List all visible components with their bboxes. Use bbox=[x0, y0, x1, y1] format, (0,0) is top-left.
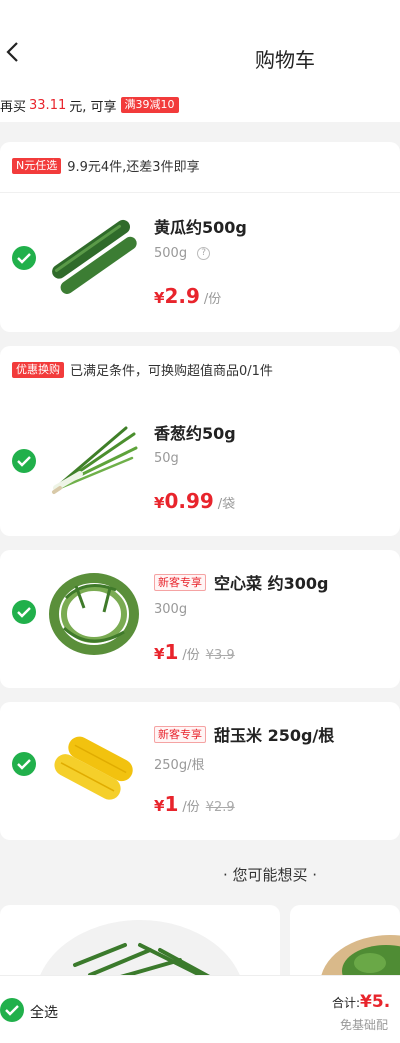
cucumber-image[interactable] bbox=[46, 212, 142, 302]
price-unit: /份 bbox=[182, 800, 200, 815]
new-customer-tag: 新客专享 bbox=[154, 725, 206, 743]
total-price: 合计:¥5. bbox=[332, 992, 390, 1012]
cart-item-sweet-corn: 新客专享 甜玉米 250g/根 250g/根 ¥ 1 /份 ¥2.9 bbox=[0, 702, 400, 840]
item-name[interactable]: 黄瓜约500g bbox=[154, 214, 247, 238]
group-n-yuan: N元任选 9.9元4件,还差3件即享 黄瓜约500g 500g ? ¥ 2.9 … bbox=[0, 142, 400, 332]
recommend-card[interactable] bbox=[290, 905, 400, 985]
price-value: 1 bbox=[164, 792, 179, 816]
promo-suffix: 元, 可享 bbox=[69, 99, 117, 115]
recommend-title: · 您可能想买 · bbox=[222, 866, 318, 884]
price-value: 2.9 bbox=[164, 284, 200, 308]
promo-amount: 33.11 bbox=[29, 97, 67, 113]
item-checkbox[interactable] bbox=[12, 246, 36, 270]
select-all-label[interactable]: 全选 bbox=[30, 1002, 58, 1022]
price-unit: /份 bbox=[203, 292, 222, 307]
check-icon bbox=[5, 1005, 19, 1016]
item-spec-text: 250g/根 bbox=[154, 758, 205, 773]
sweet-corn-image[interactable] bbox=[46, 724, 142, 814]
original-price: ¥3.9 bbox=[205, 648, 235, 663]
promo-bar[interactable]: 再买 33.11 元, 可享 满39减10 bbox=[0, 88, 400, 122]
check-icon bbox=[17, 759, 31, 770]
recommend-card[interactable] bbox=[0, 905, 280, 985]
price-value: 0.99 bbox=[164, 489, 214, 513]
page-title: 购物车 bbox=[255, 48, 315, 72]
total-amount: ¥5. bbox=[360, 992, 391, 1012]
item-price: ¥ 2.9 /份 bbox=[154, 284, 221, 308]
price-currency: ¥ bbox=[154, 645, 165, 663]
price-currency: ¥ bbox=[154, 494, 165, 512]
divider bbox=[0, 192, 400, 193]
green-beans-image bbox=[36, 920, 244, 985]
group-header[interactable]: N元任选 9.9元4件,还差3件即享 bbox=[12, 156, 200, 175]
item-checkbox[interactable] bbox=[12, 600, 36, 624]
header-bar: 购物车 bbox=[0, 0, 400, 88]
item-spec: 250g/根 bbox=[154, 754, 204, 773]
original-price: ¥2.9 bbox=[205, 800, 235, 815]
scallion-image[interactable] bbox=[46, 414, 142, 504]
item-name[interactable]: 新客专享 空心菜 约300g bbox=[154, 570, 328, 594]
new-customer-tag: 新客专享 bbox=[154, 573, 206, 591]
item-name-text: 空心菜 约300g bbox=[214, 574, 329, 593]
cart-item-water-spinach: 新客专享 空心菜 约300g 300g ¥ 1 /份 ¥3.9 bbox=[0, 550, 400, 688]
help-icon[interactable]: ? bbox=[197, 247, 211, 260]
group-desc: 9.9元4件,还差3件即享 bbox=[67, 160, 200, 175]
item-spec: 500g ? bbox=[154, 246, 211, 261]
price-currency: ¥ bbox=[154, 797, 165, 815]
item-spec: 50g bbox=[154, 451, 179, 466]
check-icon bbox=[17, 253, 31, 264]
item-spec: 300g bbox=[154, 602, 187, 617]
price-currency: ¥ bbox=[154, 289, 165, 307]
item-checkbox[interactable] bbox=[12, 449, 36, 473]
item-price: ¥ 0.99 /袋 bbox=[154, 489, 235, 513]
promo-discount-tag: 满39减10 bbox=[120, 97, 179, 113]
item-name[interactable]: 香葱约50g bbox=[154, 420, 236, 444]
item-spec-text: 50g bbox=[154, 451, 179, 466]
item-name[interactable]: 新客专享 甜玉米 250g/根 bbox=[154, 722, 334, 746]
greens-image bbox=[320, 935, 400, 985]
item-spec-text: 300g bbox=[154, 602, 188, 617]
total-label: 合计: bbox=[332, 996, 361, 1010]
group-exchange: 优惠换购 已满足条件，可换购超值商品0/1件 香葱约50g 50g ¥ 0.99… bbox=[0, 346, 400, 536]
item-price: ¥ 1 /份 ¥3.9 bbox=[154, 640, 235, 664]
price-unit: /份 bbox=[182, 648, 200, 663]
bottom-checkout-bar: 全选 合计:¥5. 免基础配 bbox=[0, 975, 400, 1043]
group-header[interactable]: 优惠换购 已满足条件，可换购超值商品0/1件 bbox=[12, 360, 273, 379]
group-desc: 已满足条件，可换购超值商品0/1件 bbox=[70, 364, 273, 379]
item-checkbox[interactable] bbox=[12, 752, 36, 776]
group-tag: N元任选 bbox=[12, 157, 62, 174]
price-value: 1 bbox=[164, 640, 179, 664]
select-all-checkbox[interactable] bbox=[0, 998, 24, 1022]
promo-prefix: 再买 bbox=[0, 99, 27, 115]
check-icon bbox=[17, 456, 31, 467]
item-price: ¥ 1 /份 ¥2.9 bbox=[154, 792, 235, 816]
item-spec-text: 500g bbox=[154, 246, 188, 261]
check-icon bbox=[17, 607, 31, 618]
water-spinach-image[interactable] bbox=[46, 568, 142, 658]
group-tag: 优惠换购 bbox=[12, 361, 64, 378]
price-unit: /袋 bbox=[217, 497, 236, 512]
item-name-text: 甜玉米 250g/根 bbox=[214, 726, 335, 745]
delivery-fee-note: 免基础配 bbox=[340, 1018, 389, 1032]
